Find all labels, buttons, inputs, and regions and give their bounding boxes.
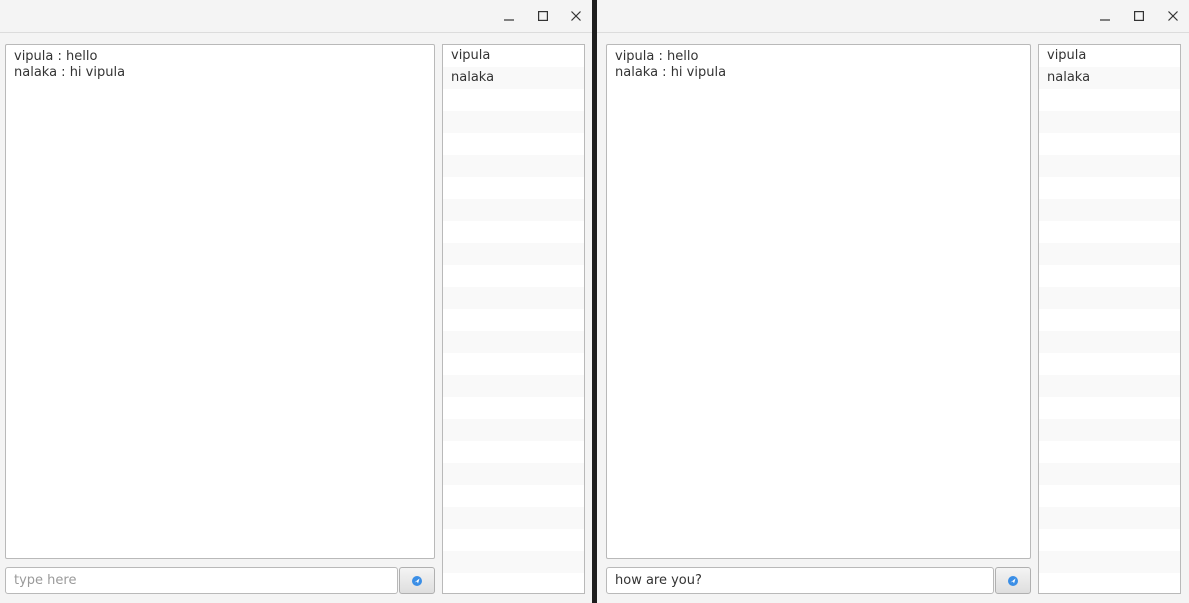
empty-list-row xyxy=(1039,331,1180,353)
empty-list-row xyxy=(443,133,584,155)
user-list-item[interactable]: vipula xyxy=(443,45,584,67)
empty-list-row xyxy=(443,463,584,485)
empty-list-row xyxy=(443,265,584,287)
empty-list-row xyxy=(443,551,584,573)
empty-list-row xyxy=(1039,529,1180,551)
chat-message: vipula : hello xyxy=(14,49,98,64)
empty-list-row xyxy=(443,441,584,463)
chat-history[interactable]: vipula : hello nalaka : hi vipula xyxy=(5,44,435,559)
maximize-icon xyxy=(538,11,548,21)
empty-list-row xyxy=(443,177,584,199)
close-button[interactable] xyxy=(563,4,589,28)
empty-list-row xyxy=(1039,485,1180,507)
empty-list-row xyxy=(443,419,584,441)
empty-list-row xyxy=(1039,221,1180,243)
send-button[interactable] xyxy=(399,567,435,594)
title-bar[interactable] xyxy=(0,0,592,33)
empty-list-row xyxy=(443,309,584,331)
empty-list-row xyxy=(1039,287,1180,309)
empty-list-row xyxy=(443,155,584,177)
empty-list-row xyxy=(1039,375,1180,397)
chat-message: nalaka : hi vipula xyxy=(14,65,126,80)
user-list-item[interactable]: vipula xyxy=(1039,45,1180,67)
minimize-button[interactable] xyxy=(496,4,522,28)
empty-list-row xyxy=(1039,265,1180,287)
empty-list-row xyxy=(443,375,584,397)
chat-message: nalaka : hi vipula xyxy=(615,65,727,80)
maximize-button[interactable] xyxy=(530,4,556,28)
send-button[interactable] xyxy=(995,567,1031,594)
chat-window-left: vipula : hello nalaka : hi vipula vipula… xyxy=(0,0,592,603)
user-list-item[interactable]: nalaka xyxy=(1039,67,1180,89)
minimize-icon xyxy=(504,19,514,21)
message-input[interactable] xyxy=(5,567,398,594)
empty-list-row xyxy=(443,89,584,111)
close-icon xyxy=(1168,11,1178,21)
empty-list-row xyxy=(1039,551,1180,573)
minimize-button[interactable] xyxy=(1092,4,1118,28)
close-button[interactable] xyxy=(1160,4,1186,28)
empty-list-row xyxy=(1039,507,1180,529)
empty-list-row xyxy=(443,529,584,551)
chat-history[interactable]: vipula : hello nalaka : hi vipula xyxy=(606,44,1031,559)
empty-list-row xyxy=(1039,133,1180,155)
empty-list-row xyxy=(1039,199,1180,221)
user-list-item[interactable]: nalaka xyxy=(443,67,584,89)
empty-list-row xyxy=(1039,441,1180,463)
online-users-list[interactable]: vipula nalaka xyxy=(442,44,585,594)
empty-list-row xyxy=(443,221,584,243)
empty-list-row xyxy=(443,573,584,593)
empty-list-row xyxy=(443,331,584,353)
empty-list-row xyxy=(443,199,584,221)
empty-list-row xyxy=(443,287,584,309)
empty-list-row xyxy=(443,111,584,133)
maximize-button[interactable] xyxy=(1126,4,1152,28)
send-icon xyxy=(412,575,422,586)
empty-list-row xyxy=(1039,111,1180,133)
empty-list-row xyxy=(1039,573,1180,593)
empty-list-row xyxy=(443,243,584,265)
online-users-list[interactable]: vipula nalaka xyxy=(1038,44,1181,594)
close-icon xyxy=(571,11,581,21)
empty-list-row xyxy=(443,507,584,529)
empty-list-row xyxy=(1039,155,1180,177)
empty-list-row xyxy=(1039,419,1180,441)
empty-list-row xyxy=(443,397,584,419)
empty-list-row xyxy=(1039,309,1180,331)
empty-list-row xyxy=(1039,89,1180,111)
empty-list-row xyxy=(1039,397,1180,419)
maximize-icon xyxy=(1134,11,1144,21)
empty-list-row xyxy=(1039,243,1180,265)
empty-list-row xyxy=(1039,463,1180,485)
empty-list-row xyxy=(443,353,584,375)
message-input[interactable] xyxy=(606,567,994,594)
empty-list-row xyxy=(443,485,584,507)
send-icon xyxy=(1008,575,1018,586)
minimize-icon xyxy=(1100,19,1110,21)
chat-message: vipula : hello xyxy=(615,49,699,64)
empty-list-row xyxy=(1039,177,1180,199)
chat-window-right: vipula : hello nalaka : hi vipula vipula… xyxy=(597,0,1189,603)
title-bar[interactable] xyxy=(597,0,1189,33)
empty-list-row xyxy=(1039,353,1180,375)
